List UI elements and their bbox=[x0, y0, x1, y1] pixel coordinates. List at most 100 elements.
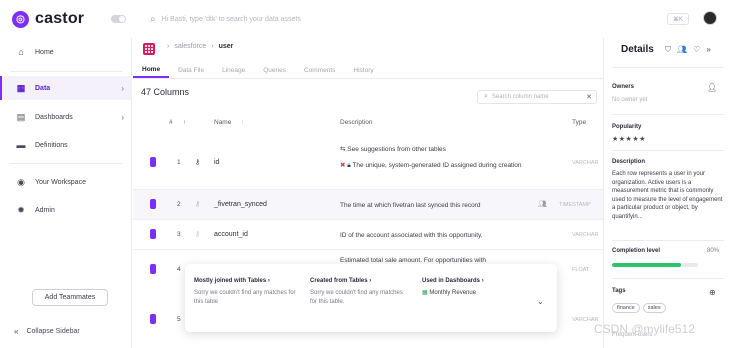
sidebar-item-home[interactable]: ⌂ Home bbox=[0, 40, 132, 64]
owners-label: Owners bbox=[612, 84, 635, 90]
column-type-pill bbox=[150, 199, 156, 209]
sidebar: ⌂ Home ▦ Data › ▤ Dashboards › ▬ Definit… bbox=[0, 38, 132, 348]
chevron-right-icon: › bbox=[121, 83, 124, 93]
tab-comments[interactable]: Comments bbox=[295, 62, 344, 78]
divider bbox=[612, 67, 724, 68]
suggestion-link[interactable]: ⇆ See suggestions from other tables bbox=[340, 145, 540, 154]
key-icon: ⚷ bbox=[195, 201, 201, 208]
collapse-sidebar-button[interactable]: « Collapse Sidebar bbox=[14, 327, 80, 336]
lineage-popover: Mostly joined with Tables › Sorry we cou… bbox=[185, 264, 557, 332]
suggestion-text: See suggestions from other tables bbox=[347, 146, 446, 153]
avatar[interactable] bbox=[703, 11, 717, 25]
table-icon bbox=[143, 43, 155, 55]
table-row[interactable]: 3 ⚷ account_id ID of the account associa… bbox=[133, 220, 603, 249]
tab-home[interactable]: Home bbox=[133, 62, 170, 78]
breadcrumb-separator: › bbox=[211, 43, 214, 50]
popularity-label: Popularity bbox=[612, 124, 642, 130]
table-row[interactable]: 1 ⚷ id ⇆ See suggestions from other tabl… bbox=[133, 141, 603, 189]
close-icon[interactable]: ✕ bbox=[586, 93, 592, 101]
shield-icon[interactable]: ⛉ bbox=[665, 45, 671, 55]
add-tag-icon[interactable]: ⊕ bbox=[709, 288, 716, 297]
description-label: Description bbox=[612, 159, 646, 165]
sidebar-item-dashboards[interactable]: ▤ Dashboards › bbox=[0, 105, 132, 129]
breadcrumb-parent[interactable]: salesforce bbox=[174, 43, 206, 50]
tab-history[interactable]: History bbox=[344, 62, 382, 78]
theme-toggle[interactable] bbox=[111, 15, 126, 23]
user-icon: ◉ bbox=[17, 176, 25, 187]
completion-label: Completion level bbox=[612, 248, 661, 254]
tag[interactable]: sales bbox=[642, 303, 666, 313]
row-number: 1 bbox=[177, 159, 181, 166]
sidebar-item-label: Definitions bbox=[35, 141, 68, 149]
global-search[interactable]: ⌕ Hi Basti, type 'dtk' to search your da… bbox=[150, 10, 690, 29]
add-owner-icon[interactable]: 👤︎ bbox=[707, 83, 717, 92]
section-title: Used in Dashboards › bbox=[422, 278, 484, 284]
search-placeholder: Hi Basti, type 'dtk' to search your data… bbox=[161, 16, 301, 23]
sidebar-item-definitions[interactable]: ▬ Definitions bbox=[0, 133, 132, 157]
divider bbox=[10, 71, 122, 72]
column-search-input[interactable]: ⌕ Search column name ✕ bbox=[477, 90, 597, 104]
sort-icon[interactable]: ↑ bbox=[241, 119, 244, 126]
sidebar-item-label: Your Workspace bbox=[35, 178, 86, 186]
completion-bar-fill bbox=[612, 263, 681, 267]
sidebar-item-workspace[interactable]: ◉ Your Workspace bbox=[0, 170, 132, 194]
column-name[interactable]: id bbox=[214, 159, 219, 166]
divider bbox=[612, 278, 724, 279]
breadcrumb-separator: › bbox=[167, 43, 170, 50]
column-type: TIMESTAMP bbox=[559, 202, 591, 208]
owners-value: No owner yet bbox=[612, 97, 648, 103]
users-icon[interactable]: 👥︎ bbox=[677, 45, 687, 55]
logo-text: castor bbox=[35, 10, 85, 27]
description-text: The unique, system-generated ID assigned… bbox=[352, 162, 522, 169]
divider bbox=[612, 150, 724, 151]
tab-queries[interactable]: Queries bbox=[254, 62, 295, 78]
double-chevron-down-icon[interactable]: ⌄ bbox=[537, 297, 544, 306]
header-name[interactable]: Name bbox=[214, 119, 231, 126]
sidebar-item-label: Data bbox=[35, 84, 51, 92]
column-type-pill bbox=[150, 314, 156, 324]
created-from-section[interactable]: Created from Tables › Sorry we couldn't … bbox=[310, 278, 410, 307]
column-description: ✖ 🔒︎ The unique, system-generated ID ass… bbox=[340, 161, 540, 170]
table-row[interactable]: 2 ⚷ _fivetran_synced The time at which f… bbox=[133, 190, 603, 219]
column-search-placeholder: Search column name bbox=[491, 94, 549, 100]
tab-lineage[interactable]: Lineage bbox=[213, 62, 254, 78]
users-icon[interactable]: 👥︎ bbox=[538, 200, 547, 208]
add-teammates-button[interactable]: Add Teammates bbox=[32, 289, 108, 306]
sidebar-item-admin[interactable]: ✹ Admin bbox=[0, 198, 132, 222]
joined-tables-section[interactable]: Mostly joined with Tables › Sorry we cou… bbox=[194, 278, 304, 307]
collapse-sidebar-label: Collapse Sidebar bbox=[26, 328, 80, 335]
home-icon: ⌂ bbox=[18, 47, 24, 57]
castor-logo-icon: ◎ bbox=[12, 10, 29, 28]
lock-icon: 🔒︎ bbox=[347, 162, 351, 169]
column-type-pill bbox=[150, 229, 156, 239]
heart-icon[interactable]: ♡ bbox=[693, 45, 700, 55]
breadcrumb: › salesforce › user bbox=[167, 43, 233, 50]
double-chevron-right-icon[interactable]: » bbox=[706, 45, 710, 55]
completion-bar bbox=[612, 263, 698, 267]
castor-app: ◎ castor ⌕ Hi Basti, type 'dtk' to searc… bbox=[0, 0, 731, 348]
chevron-right-icon: › bbox=[121, 112, 124, 122]
sort-icon[interactable]: ↑ bbox=[183, 119, 186, 126]
dashboards-section[interactable]: Used in Dashboards › ▦ Monthly Revenue bbox=[422, 278, 532, 298]
double-chevron-left-icon: « bbox=[14, 327, 19, 336]
key-icon: ⚷ bbox=[195, 231, 201, 238]
tab-data-file[interactable]: Data File bbox=[169, 62, 213, 78]
tag[interactable]: finance bbox=[612, 303, 640, 313]
description-text[interactable]: Each row represents a user in your organ… bbox=[612, 170, 724, 221]
search-icon: ⌕ bbox=[150, 14, 156, 25]
logo[interactable]: ◎ castor bbox=[12, 10, 84, 28]
column-description: The time at which fivetran last synced t… bbox=[340, 202, 481, 209]
chevron-right-icon: › bbox=[267, 278, 270, 284]
header-hash: # bbox=[169, 119, 173, 126]
chart-icon: ▦ bbox=[422, 290, 428, 296]
column-name[interactable]: account_id bbox=[214, 231, 248, 238]
details-panel: Details ⛉ 👥︎ ♡ » Owners 👤︎ No owner yet … bbox=[603, 38, 731, 348]
column-name[interactable]: _fivetran_synced bbox=[214, 201, 267, 208]
divider bbox=[133, 78, 603, 79]
column-type: VARCHAR bbox=[572, 160, 599, 166]
completion-percent: 80% bbox=[707, 248, 720, 254]
gear-icon: ✹ bbox=[17, 204, 25, 215]
sidebar-item-data[interactable]: ▦ Data › bbox=[0, 76, 132, 100]
tag-list: finance sales bbox=[612, 303, 666, 313]
dashboard-link[interactable]: ▦ Monthly Revenue bbox=[422, 289, 532, 298]
